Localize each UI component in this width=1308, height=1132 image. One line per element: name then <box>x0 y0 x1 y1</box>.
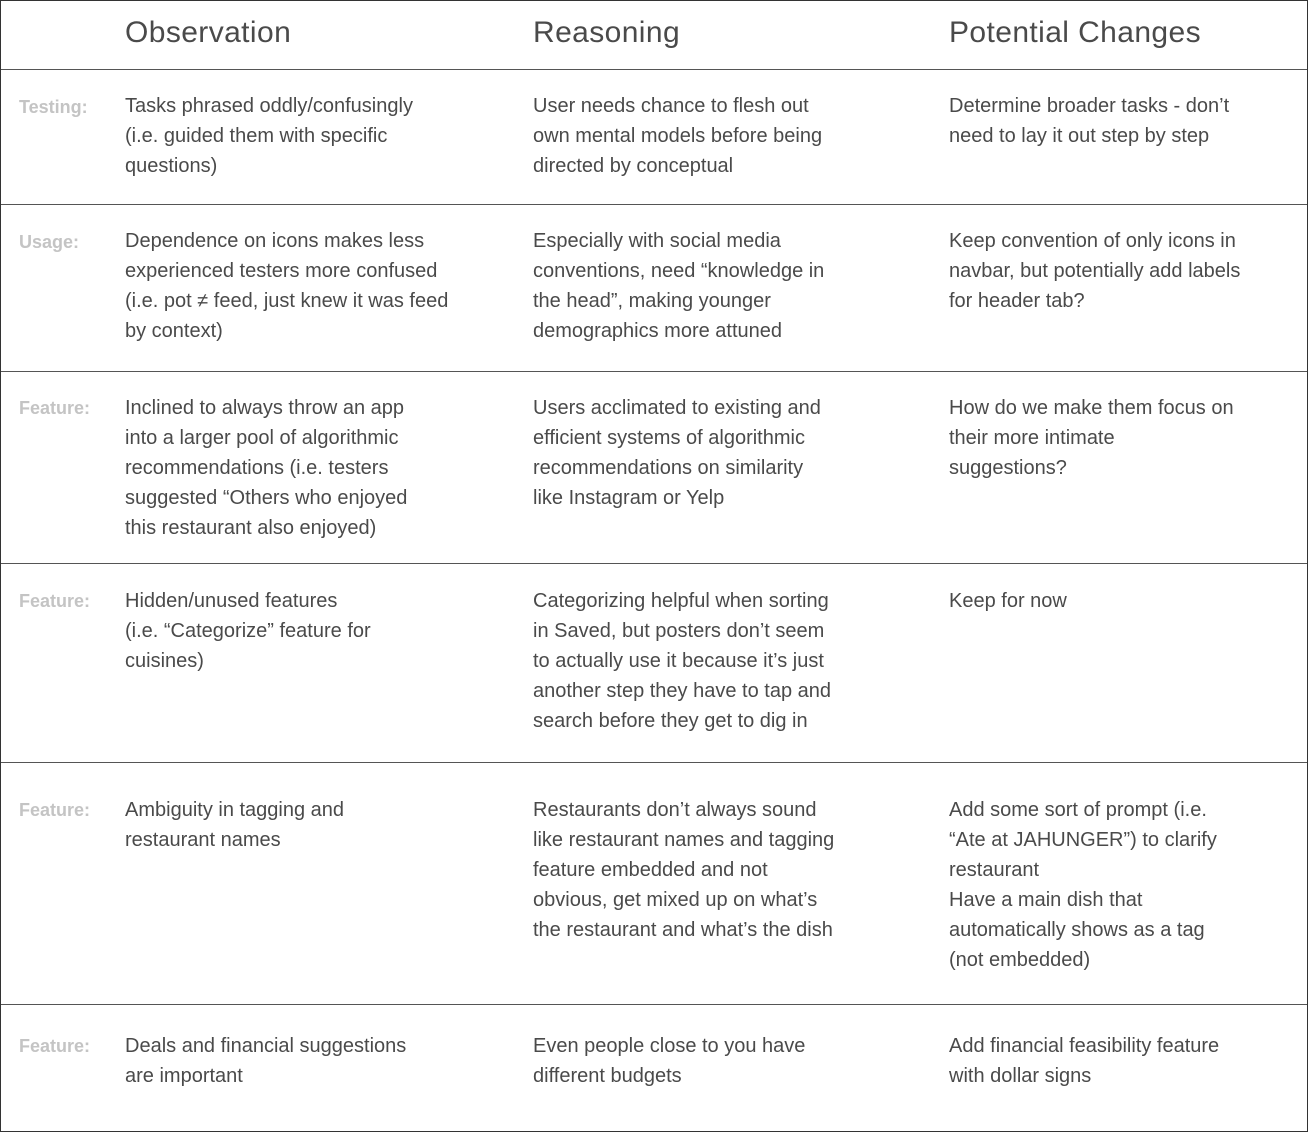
table-row: Testing: Tasks phrased oddly/confusingly… <box>1 70 1307 205</box>
row-category-label: Feature: <box>19 1036 91 1056</box>
table-header: Observation Reasoning Potential Changes <box>1 1 1307 70</box>
row-category-label: Testing: <box>19 97 88 117</box>
observation-cell: Hidden/unused features (i.e. “Categorize… <box>125 590 371 672</box>
observation-cell: Deals and financial suggestions are impo… <box>125 1035 407 1087</box>
potential-changes-cell: Add financial feasibility feature with d… <box>949 1035 1220 1087</box>
potential-changes-cell: Determine broader tasks - don’t need to … <box>949 95 1230 147</box>
findings-table: Observation Reasoning Potential Changes … <box>0 0 1308 1132</box>
table-row: Feature: Hidden/unused features (i.e. “C… <box>1 564 1307 763</box>
table-row: Usage: Dependence on icons makes less ex… <box>1 205 1307 372</box>
potential-changes-cell: Keep for now <box>949 590 1067 612</box>
column-header-reasoning: Reasoning <box>533 16 681 49</box>
reasoning-cell: User needs chance to flesh out own menta… <box>533 95 823 177</box>
row-category-label: Usage: <box>19 232 80 252</box>
observation-cell: Ambiguity in tagging and restaurant name… <box>125 799 345 851</box>
potential-changes-cell: Keep convention of only icons in navbar,… <box>949 230 1241 312</box>
reasoning-cell: Categorizing helpful when sorting in Sav… <box>533 590 831 732</box>
column-header-potential-changes: Potential Changes <box>949 16 1201 49</box>
observation-cell: Tasks phrased oddly/confusingly (i.e. gu… <box>125 95 413 177</box>
reasoning-cell: Users acclimated to existing and efficie… <box>533 397 821 509</box>
column-header-observation: Observation <box>125 16 292 49</box>
potential-changes-cell: How do we make them focus on their more … <box>949 397 1234 479</box>
table-row: Feature: Deals and financial suggestions… <box>1 1005 1307 1131</box>
table-row: Feature: Ambiguity in tagging and restau… <box>1 763 1307 1005</box>
table-row: Feature: Inclined to always throw an app… <box>1 372 1307 564</box>
reasoning-cell: Restaurants don’t always sound like rest… <box>533 799 835 941</box>
row-category-label: Feature: <box>19 800 91 820</box>
row-category-label: Feature: <box>19 398 91 418</box>
reasoning-cell: Especially with social media conventions… <box>533 230 825 342</box>
row-category-label: Feature: <box>19 591 91 611</box>
potential-changes-cell: Add some sort of prompt (i.e. “Ate at JA… <box>949 799 1217 971</box>
observation-cell: Dependence on icons makes less experienc… <box>125 230 449 342</box>
observation-cell: Inclined to always throw an app into a l… <box>125 397 408 539</box>
reasoning-cell: Even people close to you have different … <box>533 1035 806 1087</box>
